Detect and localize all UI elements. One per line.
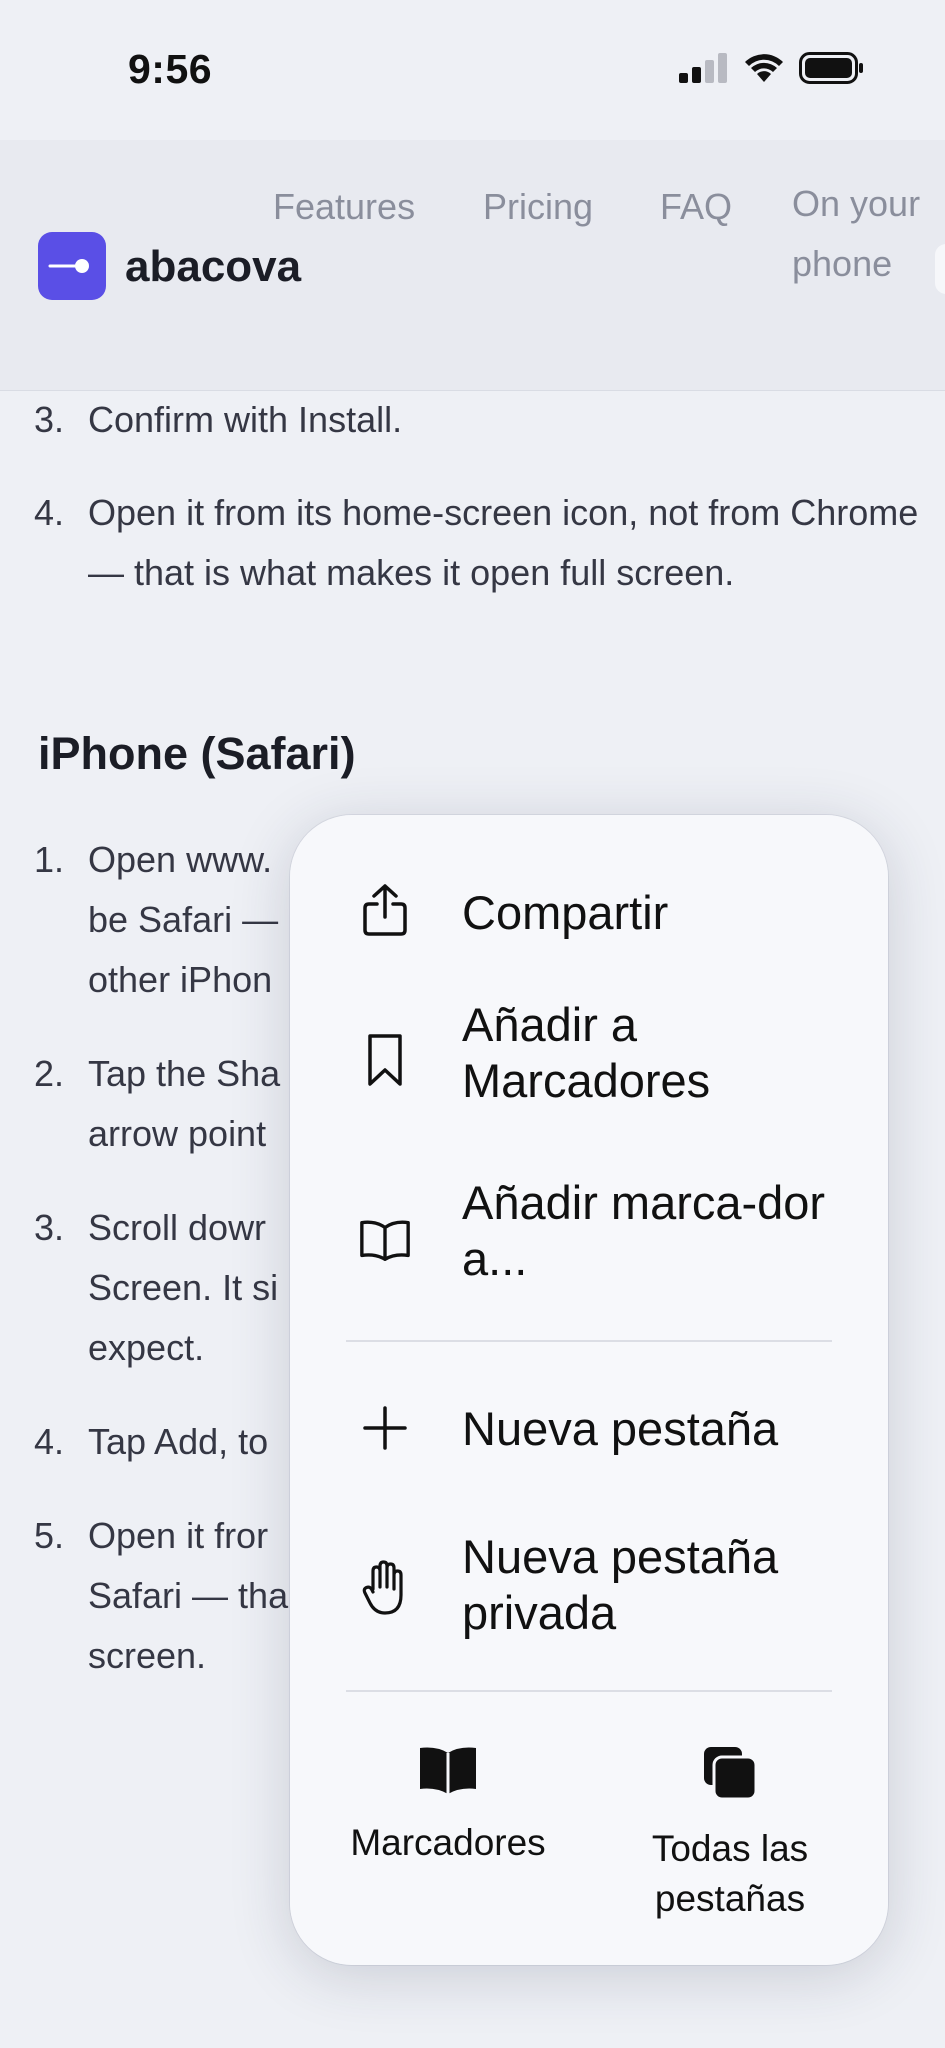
list-number: 4. xyxy=(34,492,65,533)
status-icons xyxy=(679,52,865,84)
all-tabs-label: Todas las pestañas xyxy=(651,1828,809,1919)
logo[interactable] xyxy=(38,232,106,300)
menu-item-new-private-tab[interactable]: Nueva pestaña privada xyxy=(290,1515,888,1665)
clock: 9:56 xyxy=(128,46,213,92)
nav-on-your-phone[interactable]: On your phone xyxy=(792,174,922,294)
hand-icon xyxy=(358,1560,412,1615)
menu-label: Añadir a Marcadores xyxy=(462,998,711,1107)
list-number: 1. xyxy=(34,839,65,880)
bookmarks-book-icon xyxy=(420,1747,476,1794)
section-heading: iPhone (Safari) xyxy=(38,728,356,779)
battery-icon xyxy=(799,52,863,84)
nav-pricing[interactable]: Pricing xyxy=(483,186,593,228)
bookmarks-button[interactable]: Marcadores xyxy=(308,1745,588,1868)
plus-icon xyxy=(358,1401,412,1455)
header-edge-button[interactable] xyxy=(935,244,945,294)
list-number: 4. xyxy=(34,1421,65,1462)
list-text: Open it from its home-screen icon, not f… xyxy=(88,492,919,593)
list-number: 3. xyxy=(34,1207,65,1248)
list-number: 3. xyxy=(34,399,65,440)
bookmarks-label: Marcadores xyxy=(350,1822,546,1863)
nav-faq[interactable]: FAQ xyxy=(660,186,732,228)
site-header: abacova Features Pricing FAQ On your pho… xyxy=(0,140,945,391)
menu-label: Compartir xyxy=(462,886,669,939)
menu-item-new-tab[interactable]: Nueva pestaña xyxy=(290,1371,888,1485)
status-bar: 9:56 xyxy=(0,0,945,140)
list-number: 2. xyxy=(34,1053,65,1094)
menu-item-share[interactable]: Compartir xyxy=(290,855,888,969)
menu-item-add-bookmark[interactable]: Añadir a Marcadores xyxy=(290,983,888,1133)
share-icon xyxy=(358,883,412,937)
menu-label: Nueva pestaña xyxy=(462,1402,779,1455)
wifi-icon xyxy=(745,54,783,82)
nav-features[interactable]: Features xyxy=(273,186,415,228)
tabs-icon xyxy=(704,1747,758,1801)
logo-icon xyxy=(48,259,89,273)
list-number: 5. xyxy=(34,1515,65,1556)
cellular-signal-icon xyxy=(679,53,727,83)
menu-item-add-bookmark-to[interactable]: Añadir marca-dor a... xyxy=(290,1161,888,1311)
browser-context-menu: Compartir Añadir a Marcadores Añadir mar… xyxy=(290,815,888,1965)
brand-name[interactable]: abacova xyxy=(125,242,301,292)
menu-label: Nueva pestaña privada xyxy=(462,1530,779,1639)
book-icon xyxy=(358,1213,412,1267)
menu-label: Añadir marca-dor a... xyxy=(462,1176,826,1285)
menu-divider xyxy=(346,1690,832,1692)
list-text: Confirm with Install. xyxy=(88,399,403,440)
menu-divider xyxy=(346,1340,832,1342)
all-tabs-button[interactable]: Todas las pestañas xyxy=(590,1745,870,1924)
bookmark-icon xyxy=(358,1033,412,1087)
